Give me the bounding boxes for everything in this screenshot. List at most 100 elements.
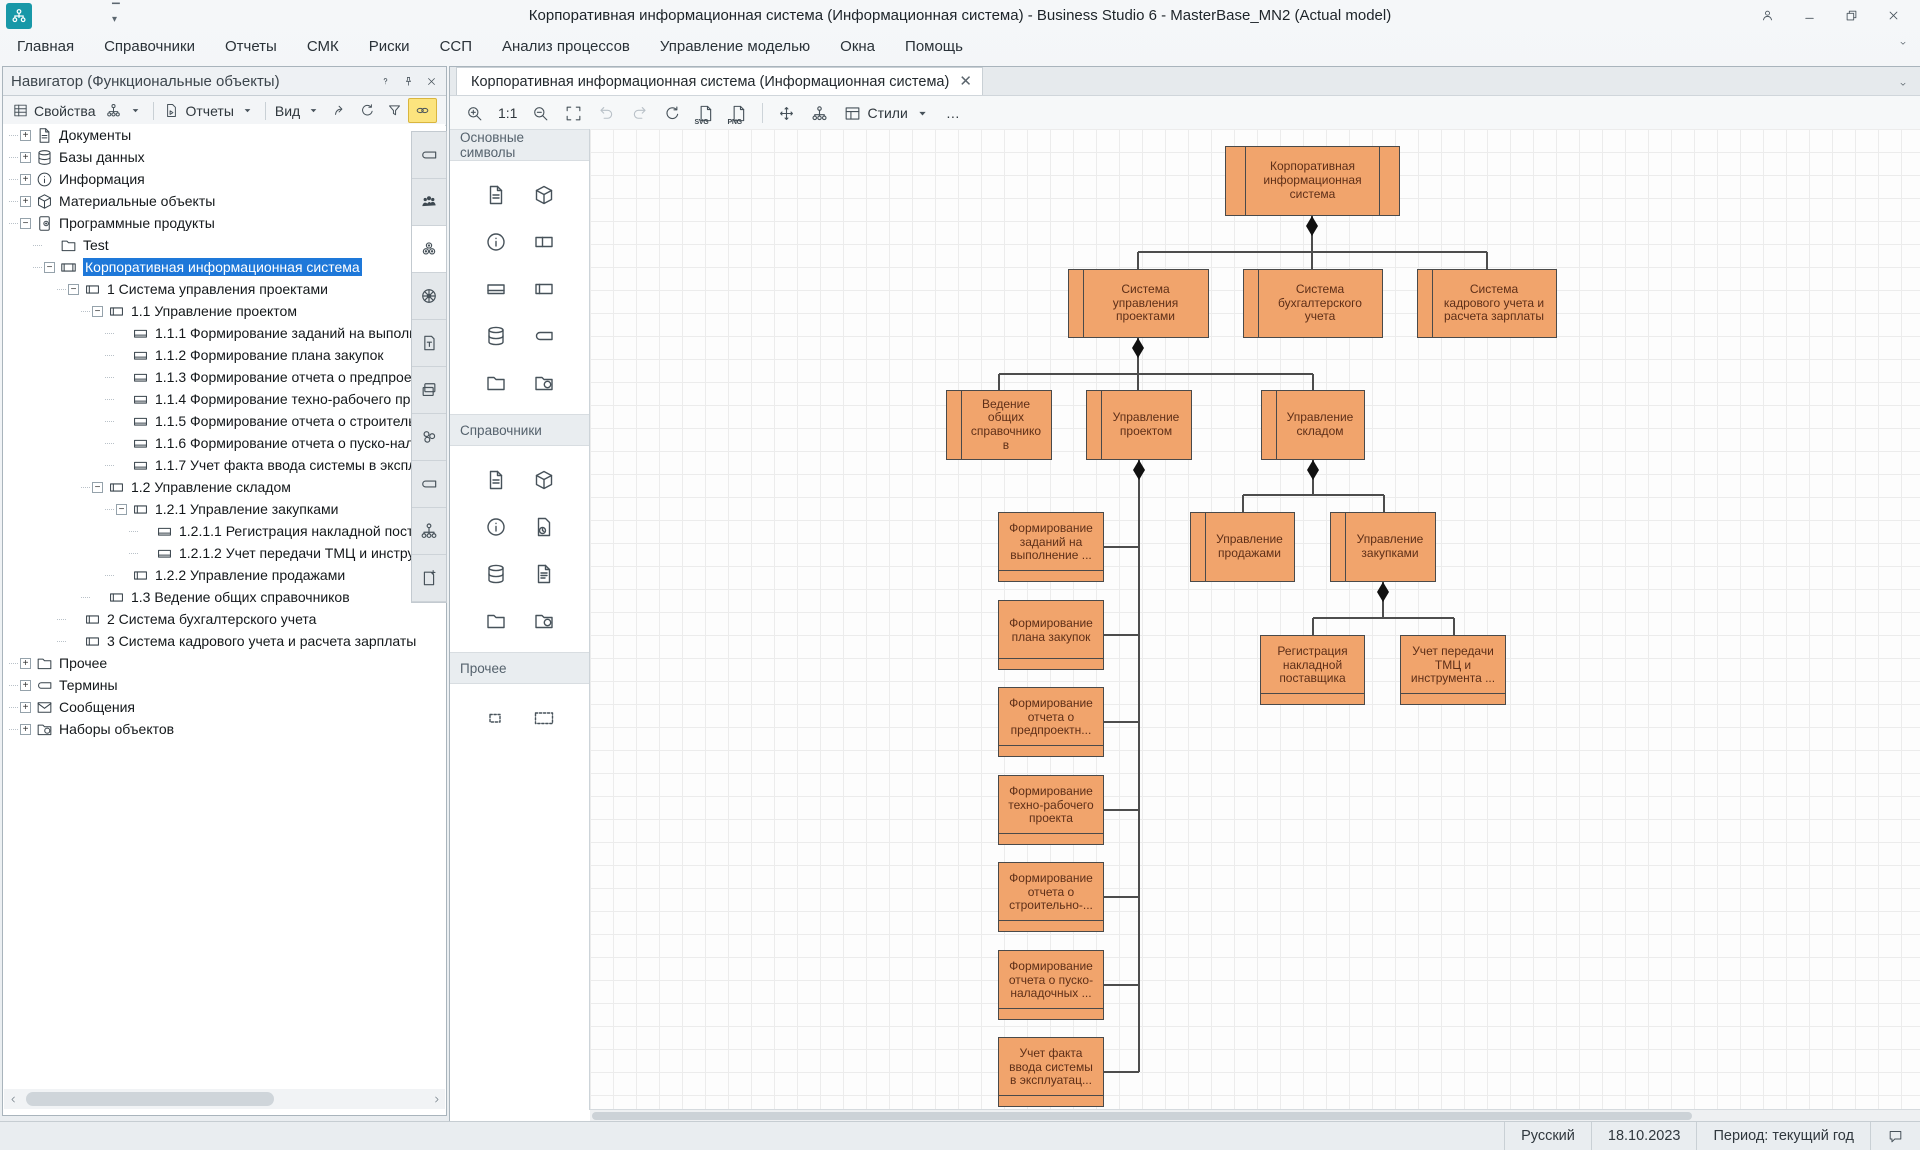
export-svg-button[interactable]: SVG xyxy=(691,100,720,127)
tree-item[interactable]: −Корпоративная информационная система xyxy=(3,256,445,278)
side-tab-document-text-icon[interactable] xyxy=(412,320,446,367)
tree-item[interactable]: 1.1.2 Формирование плана закупок xyxy=(3,344,445,366)
diagram-node[interactable]: Ведение общих справочнико в xyxy=(946,390,1052,460)
help-icon[interactable] xyxy=(379,75,392,88)
tree-expander[interactable]: + xyxy=(20,152,31,163)
ribbon-collapse-icon[interactable] xyxy=(1898,38,1908,48)
tree-item[interactable]: −1.2 Управление складом xyxy=(3,476,445,498)
quick-access-toggle[interactable]: ▔▾ xyxy=(112,5,120,25)
pin-icon[interactable] xyxy=(402,75,415,88)
menu-item-Главная[interactable]: Главная xyxy=(2,33,89,60)
zoom-100-button[interactable]: 1:1 xyxy=(493,101,522,125)
status-comment-icon[interactable] xyxy=(1870,1122,1920,1150)
diagram-node[interactable]: Управление закупками xyxy=(1330,512,1436,582)
tree-expander[interactable]: + xyxy=(20,702,31,713)
go-to-button[interactable] xyxy=(327,99,354,122)
tree-expander[interactable]: + xyxy=(20,724,31,735)
minimize-button[interactable] xyxy=(1796,3,1822,27)
palette-symbol-database[interactable] xyxy=(481,559,511,589)
tree-expander[interactable]: + xyxy=(20,130,31,141)
tree-item[interactable]: 2 Система бухгалтерского учета xyxy=(3,608,445,630)
pan-button[interactable] xyxy=(772,100,801,127)
app-logo-icon[interactable] xyxy=(6,3,32,29)
tree-item[interactable]: 1.1.3 Формирование отчета о предпроектн xyxy=(3,366,445,388)
diagram-node[interactable]: Формирование отчета о пуско- наладочных … xyxy=(998,950,1104,1020)
tab-close-icon[interactable]: ✕ xyxy=(959,76,972,88)
diagram-node[interactable]: Система кадрового учета и расчета зарпла… xyxy=(1417,269,1557,338)
tree-item[interactable]: 1.2.2 Управление продажами xyxy=(3,564,445,586)
tree-expander[interactable]: − xyxy=(20,218,31,229)
tree-item[interactable]: 1.2.1.2 Учет передачи ТМЦ и инструмента xyxy=(3,542,445,564)
palette-symbol-frame-dashed-large[interactable] xyxy=(529,703,559,733)
tree-expander[interactable]: − xyxy=(92,482,103,493)
styles-button[interactable]: Стили xyxy=(838,100,936,127)
tree-item[interactable]: −Программные продукты xyxy=(3,212,445,234)
scroll-right-icon[interactable] xyxy=(427,1089,445,1109)
palette-symbol-document[interactable] xyxy=(481,465,511,495)
diagram-node[interactable]: Формирование отчета о предпроектн... xyxy=(998,687,1104,757)
export-png-button[interactable]: PNG xyxy=(724,100,753,127)
menu-item-Анализ процессов[interactable]: Анализ процессов xyxy=(487,33,645,60)
link-button[interactable] xyxy=(408,98,437,123)
zoom-out-button[interactable] xyxy=(526,100,555,127)
diagram-tab[interactable]: Корпоративная информационная система (Ин… xyxy=(456,67,983,95)
close-button[interactable] xyxy=(1880,3,1906,27)
diagram-node[interactable]: Формирование заданий на выполнение ... xyxy=(998,512,1104,582)
diagram-node[interactable]: Система бухгалтерского учета xyxy=(1243,269,1383,338)
tree-item[interactable]: 1.1.5 Формирование отчета о строительно- xyxy=(3,410,445,432)
palette-symbol-info[interactable] xyxy=(481,227,511,257)
tree-item[interactable]: 1.1.7 Учет факта ввода системы в эксплуа… xyxy=(3,454,445,476)
side-tab-bubbles-icon[interactable] xyxy=(412,414,446,461)
feedback-icon[interactable] xyxy=(1754,3,1780,27)
palette-symbol-term[interactable] xyxy=(529,321,559,351)
diagram-node[interactable]: Система управления проектами xyxy=(1068,269,1209,338)
diagram-node[interactable]: Регистрация накладной поставщика xyxy=(1260,635,1365,705)
filter-button[interactable] xyxy=(381,99,408,122)
menu-item-Управление моделью[interactable]: Управление моделью xyxy=(645,33,825,60)
tab-list-icon[interactable] xyxy=(1898,79,1908,89)
tree-item[interactable]: −1.1 Управление проектом xyxy=(3,300,445,322)
tree-expander[interactable]: + xyxy=(20,680,31,691)
menu-item-Отчеты[interactable]: Отчеты xyxy=(210,33,292,60)
menu-item-СМК[interactable]: СМК xyxy=(292,33,354,60)
tree-expander[interactable]: + xyxy=(20,196,31,207)
palette-symbol-interface[interactable] xyxy=(481,274,511,304)
diagram-node[interactable]: Корпоративная информационная система xyxy=(1225,146,1400,216)
menu-item-Помощь[interactable]: Помощь xyxy=(890,33,978,60)
tree-item[interactable]: 1.3 Ведение общих справочников xyxy=(3,586,445,608)
diagram-node[interactable]: Управление продажами xyxy=(1190,512,1295,582)
scroll-left-icon[interactable] xyxy=(4,1089,22,1109)
side-tab-images-icon[interactable] xyxy=(412,367,446,414)
diagram-canvas[interactable]: Корпоративная информационная системаСист… xyxy=(590,129,1920,1111)
redo-button[interactable] xyxy=(625,100,654,127)
menu-item-Риски[interactable]: Риски xyxy=(354,33,425,60)
scrollbar-thumb[interactable] xyxy=(26,1092,274,1106)
diagram-node[interactable]: Формирование техно-рабочего проекта xyxy=(998,775,1104,845)
fit-screen-button[interactable] xyxy=(559,100,588,127)
diagram-node[interactable]: Управление складом xyxy=(1261,390,1365,460)
tree-item[interactable]: +Сообщения xyxy=(3,696,445,718)
menu-item-ССП[interactable]: ССП xyxy=(425,33,487,60)
tree-expander[interactable]: + xyxy=(20,174,31,185)
palette-symbol-frame-dashed-small[interactable] xyxy=(481,703,511,733)
tree-item[interactable]: +Документы xyxy=(3,124,445,146)
palette-symbol-subsystem-wide[interactable] xyxy=(529,227,559,257)
tree-expander[interactable]: − xyxy=(44,262,55,273)
tree-item[interactable]: +Материальные объекты xyxy=(3,190,445,212)
tree-item[interactable]: 1.2.1.1 Регистрация накладной поставщика xyxy=(3,520,445,542)
palette-symbol-folder[interactable] xyxy=(481,606,511,636)
side-tab-hierarchy-icon[interactable] xyxy=(412,508,446,555)
palette-symbol-info[interactable] xyxy=(481,512,511,542)
undo-button[interactable] xyxy=(592,100,621,127)
diagram-node[interactable]: Учет передачи ТМЦ и инструмента ... xyxy=(1400,635,1506,705)
tree-item[interactable]: 1.1.6 Формирование отчета о пуско-наладо… xyxy=(3,432,445,454)
palette-symbol-document-lines[interactable] xyxy=(529,559,559,589)
side-tab-users-icon[interactable] xyxy=(412,179,446,226)
zoom-in-button[interactable] xyxy=(460,100,489,127)
side-tab-circles-icon[interactable] xyxy=(412,226,446,273)
hierarchy-button[interactable] xyxy=(805,100,834,127)
tree-expander[interactable]: − xyxy=(116,504,127,515)
diagram-node[interactable]: Управление проектом xyxy=(1086,390,1192,460)
diagram-node[interactable]: Формирование плана закупок xyxy=(998,600,1104,670)
tree-expander[interactable]: + xyxy=(20,658,31,669)
